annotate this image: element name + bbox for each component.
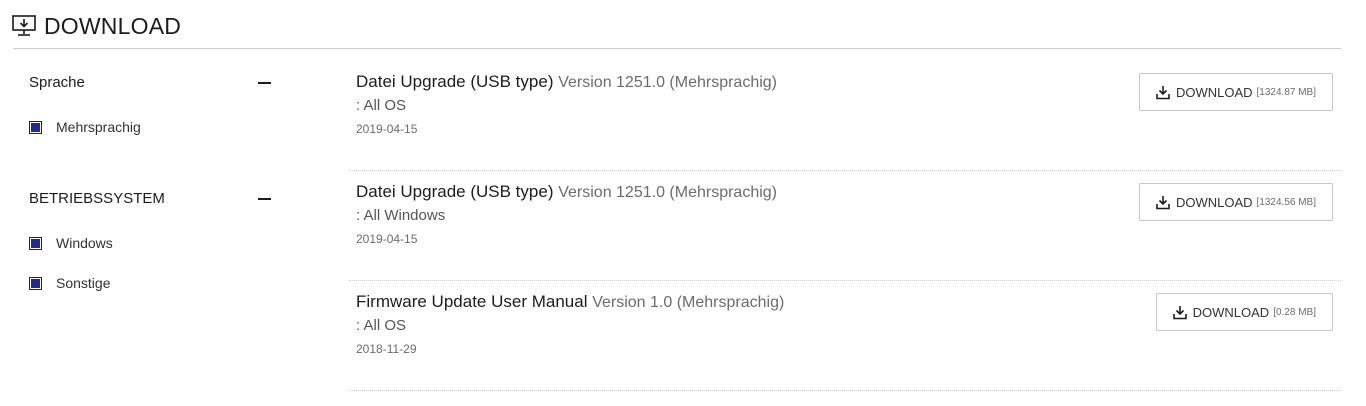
filter-option-label: Mehrsprachig xyxy=(56,119,141,135)
checkbox-checked[interactable] xyxy=(29,120,42,134)
download-name: Firmware Update User Manual Version 1.0 … xyxy=(356,292,785,311)
download-os: : All OS xyxy=(356,97,407,114)
download-icon xyxy=(1172,305,1187,319)
header-divider xyxy=(13,48,1341,49)
filter-option-mehrsprachig[interactable]: Mehrsprachig xyxy=(29,119,141,135)
download-date: 2018-11-29 xyxy=(356,342,417,356)
download-date: 2019-04-15 xyxy=(356,122,418,136)
filter-title-language: Sprache xyxy=(29,74,85,91)
download-button[interactable]: DOWNLOAD [1324.56 MB] xyxy=(1138,183,1333,221)
download-name: Datei Upgrade (USB type) Version 1251.0 … xyxy=(356,72,777,91)
page-header: DOWNLOAD xyxy=(12,10,181,42)
monitor-download-icon xyxy=(12,15,36,36)
download-button-label: DOWNLOAD xyxy=(1192,304,1270,320)
download-os: : All Windows xyxy=(356,207,446,224)
download-os: : All OS xyxy=(356,317,407,334)
download-size: [1324.87 MB] xyxy=(1256,86,1316,98)
download-version: Version 1251.0 (Mehrsprachig) xyxy=(558,74,777,91)
download-size: [0.28 MB] xyxy=(1273,306,1316,318)
checkbox-checked[interactable] xyxy=(29,236,42,250)
download-name: Datei Upgrade (USB type) Version 1251.0 … xyxy=(356,182,777,201)
download-button[interactable]: DOWNLOAD [1324.87 MB] xyxy=(1138,73,1333,111)
download-icon xyxy=(1156,85,1170,99)
download-icon xyxy=(1156,195,1170,209)
download-button-label: DOWNLOAD xyxy=(1175,84,1253,100)
download-button-label: DOWNLOAD xyxy=(1175,194,1253,210)
checkbox-checked[interactable] xyxy=(29,276,42,290)
filter-option-label: Sonstige xyxy=(56,275,111,291)
download-size: [1324.56 MB] xyxy=(1256,196,1316,208)
page-title: DOWNLOAD xyxy=(44,12,182,39)
filter-option-label: Windows xyxy=(56,235,113,251)
filter-option-sonstige[interactable]: Sonstige xyxy=(29,275,110,291)
filter-option-windows[interactable]: Windows xyxy=(29,235,113,251)
download-button[interactable]: DOWNLOAD [0.28 MB] xyxy=(1155,293,1333,331)
filter-title-os: BETRIEBSSYSTEM xyxy=(29,190,165,207)
download-item: Datei Upgrade (USB type) Version 1251.0 … xyxy=(349,170,1341,281)
download-date: 2019-04-15 xyxy=(356,232,418,246)
collapse-language-button[interactable] xyxy=(258,82,271,84)
download-item: Firmware Update User Manual Version 1.0 … xyxy=(349,280,1341,391)
download-version: Version 1251.0 (Mehrsprachig) xyxy=(558,184,777,201)
download-version: Version 1.0 (Mehrsprachig) xyxy=(592,294,785,311)
collapse-os-button[interactable] xyxy=(258,198,271,200)
download-item: Datei Upgrade (USB type) Version 1251.0 … xyxy=(349,60,1341,171)
